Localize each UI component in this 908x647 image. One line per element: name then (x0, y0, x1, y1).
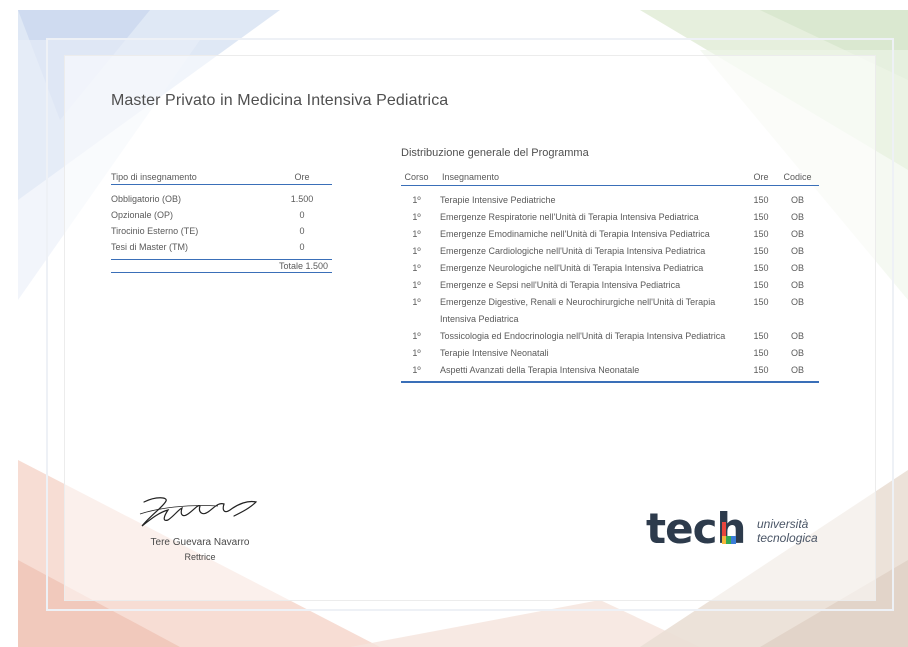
program-rows: 1º Terapie Intensive Pediatriche 150 OB … (401, 186, 819, 383)
program-row: 1º Emergenze Cardiologiche nell'Unità di… (401, 243, 819, 260)
program-header-course: Corso (404, 172, 429, 182)
row-hours: 150 (753, 348, 769, 358)
program-row: 1º Emergenze Respiratorie nell'Unità di … (401, 209, 819, 226)
row-hours: 150 (753, 365, 769, 375)
summary-hours: 0 (299, 226, 305, 236)
row-course: 1º (412, 229, 421, 239)
summary-type: Tirocinio Esterno (TE) (111, 226, 199, 236)
row-code: OB (790, 212, 804, 222)
row-code: OB (790, 246, 804, 256)
row-course: 1º (412, 331, 421, 341)
summary-total: Totale 1.500 (111, 260, 332, 273)
program-row: 1º Emergenze Digestive, Renali e Neuroch… (401, 294, 819, 328)
row-course: 1º (412, 297, 421, 307)
row-code: OB (790, 365, 804, 375)
summary-type: Opzionale (OP) (111, 210, 174, 220)
summary-row: Tirocinio Esterno (TE) 0 (111, 223, 332, 239)
signature-image (139, 497, 258, 527)
row-code: OB (790, 348, 804, 358)
summary-hours: 0 (299, 242, 305, 252)
row-course: 1º (412, 212, 421, 222)
signatory-role: Rettrice (184, 552, 216, 562)
row-course: 1º (412, 263, 421, 273)
row-hours: 150 (753, 297, 769, 307)
row-hours: 150 (753, 263, 769, 273)
program-header-hours: Ore (753, 172, 769, 182)
row-subject: Emergenze Respiratorie nell'Unità di Ter… (440, 212, 699, 222)
program-row: 1º Terapie Intensive Pediatriche 150 OB (401, 192, 819, 209)
signatory-name: Tere Guevara Navarro (150, 537, 250, 548)
row-course: 1º (412, 280, 421, 290)
row-code: OB (790, 297, 804, 307)
row-course: 1º (412, 365, 421, 375)
summary-hours: 0 (299, 210, 305, 220)
row-subject: Terapie Intensive Neonatali (440, 348, 549, 358)
row-course: 1º (412, 348, 421, 358)
summary-row: Tesi di Master (TM) 0 (111, 239, 332, 255)
row-subject: Tossicologia ed Endocrinologia nell'Unit… (440, 331, 726, 341)
row-subject: Aspetti Avanzati della Terapia Intensiva… (440, 365, 640, 375)
row-hours: 150 (753, 280, 769, 290)
summary-header-hours: Ore (294, 172, 310, 182)
program-header-code: Codice (783, 172, 812, 182)
logo-subtitle-line1: università (757, 517, 809, 531)
row-subject: Emergenze e Sepsi nell'Unità di Terapia … (440, 280, 681, 290)
row-subject: Emergenze Emodinamiche nell'Unità di Ter… (440, 229, 710, 239)
row-hours: 150 (753, 331, 769, 341)
summary-row: Opzionale (OP) 0 (111, 207, 332, 223)
summary-header-type: Tipo di insegnamento (111, 172, 197, 182)
logo-subtitle: università tecnologica (757, 517, 818, 545)
program-row: 1º Emergenze Emodinamiche nell'Unità di … (401, 226, 819, 243)
row-hours: 150 (753, 212, 769, 222)
program-table: Corso Insegnamento Ore Codice 1º Terapie… (401, 169, 819, 383)
row-subject: Emergenze Neurologiche nell'Unità di Ter… (440, 263, 704, 273)
program-row: 1º Emergenze e Sepsi nell'Unità di Terap… (401, 277, 819, 294)
program-row: 1º Tossicologia ed Endocrinologia nell'U… (401, 328, 819, 345)
row-course: 1º (412, 195, 421, 205)
row-code: OB (790, 229, 804, 239)
summary-row: Obbligatorio (OB) 1.500 (111, 191, 332, 207)
row-code: OB (790, 280, 804, 290)
summary-type: Obbligatorio (OB) (111, 194, 182, 204)
row-hours: 150 (753, 246, 769, 256)
row-course: 1º (412, 246, 421, 256)
row-code: OB (790, 263, 804, 273)
logo-color-accent (722, 522, 736, 544)
program-row: 1º Emergenze Neurologiche nell'Unità di … (401, 260, 819, 277)
summary-type: Tesi di Master (TM) (111, 242, 189, 252)
row-subject: Emergenze Digestive, Renali e Neurochiru… (440, 297, 716, 324)
logo-subtitle-line2: tecnologica (757, 531, 818, 545)
row-subject: Emergenze Cardiologiche nell'Unità di Te… (440, 246, 706, 256)
document-title: Master Privato in Medicina Intensiva Ped… (111, 92, 449, 109)
program-row: 1º Aspetti Avanzati della Terapia Intens… (401, 362, 819, 379)
row-code: OB (790, 331, 804, 341)
row-subject: Terapie Intensive Pediatriche (440, 195, 556, 205)
program-header: Corso Insegnamento Ore Codice (401, 169, 819, 186)
summary-header: Tipo di insegnamento Ore (111, 170, 332, 185)
program-header-subject: Insegnamento (442, 172, 500, 182)
program-title: Distribuzione generale del Programma (401, 147, 589, 159)
summary-table: Tipo di insegnamento Ore Obbligatorio (O… (111, 170, 332, 273)
row-hours: 150 (753, 229, 769, 239)
row-code: OB (790, 195, 804, 205)
program-row: 1º Terapie Intensive Neonatali 150 OB (401, 345, 819, 362)
row-hours: 150 (753, 195, 769, 205)
summary-hours: 1.500 (290, 194, 314, 204)
